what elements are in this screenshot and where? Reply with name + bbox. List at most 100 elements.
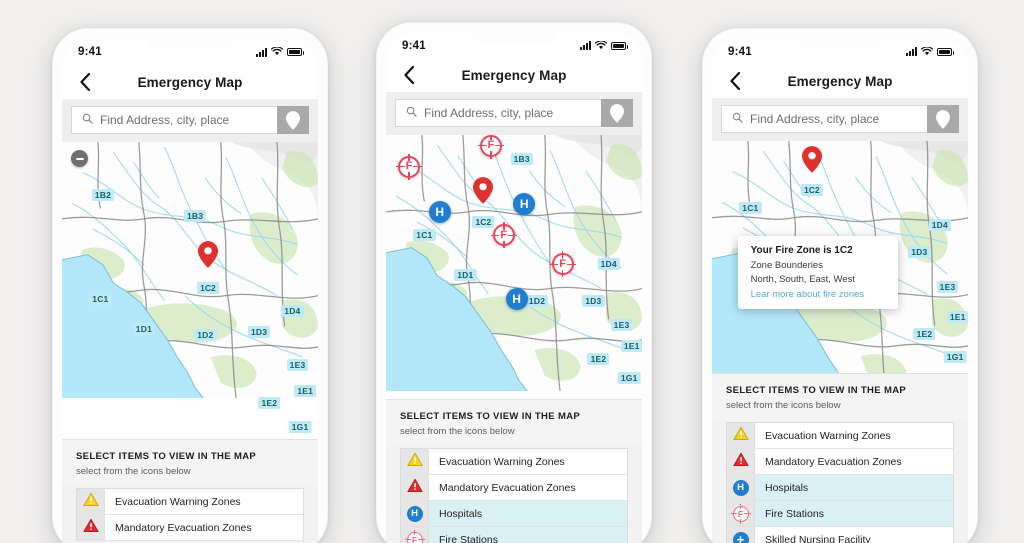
search-field-wrapper[interactable]	[395, 99, 601, 127]
map-pin-zone-label: 1C2	[197, 281, 219, 294]
signal-bars-icon	[580, 41, 591, 51]
navigation-bar: Emergency Map	[386, 58, 642, 92]
map-zone-label: 1G1	[617, 371, 641, 384]
hospital-h-icon: H	[406, 505, 423, 522]
map-location-pin[interactable]	[473, 177, 494, 209]
panel-title: SELECT ITEMS TO VIEW IN THE MAP	[76, 451, 257, 462]
search-icon	[406, 104, 417, 122]
list-item-hospitals[interactable]: H Hospitals	[727, 475, 953, 501]
page-title: Emergency Map	[461, 67, 567, 83]
map-zone-label: 1B3	[510, 152, 533, 165]
map-view[interactable]: 1B21B31C11C21D11D21D31D41E31E11E21G11C2	[62, 142, 318, 439]
list-item-evacuation-warning[interactable]: Evacuation Warning Zones	[77, 489, 303, 515]
list-item-hospitals[interactable]: H Hospitals	[401, 501, 627, 527]
map-zone-label: 1D4	[281, 305, 304, 318]
map-zone-label: 1E1	[946, 311, 968, 324]
map-location-pin[interactable]	[197, 240, 218, 273]
wifi-icon	[920, 43, 934, 61]
list-item-mandatory-evacuation[interactable]: Mandatory Evacuation Zones	[401, 475, 627, 501]
phone-1: 9:41 Emergency Map 1B2 1B3 1C1 1C2 1D1 1D2 1D3 1D…	[52, 28, 328, 543]
map-location-pin[interactable]	[801, 146, 822, 178]
status-time: 9:41	[728, 45, 752, 58]
map-pin-button[interactable]	[927, 105, 959, 133]
search-field-wrapper[interactable]	[71, 106, 277, 134]
map-marker-hospital[interactable]: H	[428, 200, 451, 223]
list-item-mandatory-evacuation[interactable]: Mandatory Evacuation Zones	[77, 515, 303, 541]
warning-triangle-yellow-icon	[82, 492, 99, 512]
search-icon	[82, 111, 93, 129]
list-item-label: Skilled Nursing Facility	[765, 533, 871, 543]
map-marker-fire-station[interactable]: F	[490, 222, 517, 249]
chevron-left-icon[interactable]	[398, 64, 420, 86]
search-input[interactable]	[100, 113, 267, 127]
map-pin-zone-label: 1C2	[472, 216, 495, 229]
map-marker-fire-station[interactable]: F	[549, 251, 576, 278]
list-item-label: Hospitals	[439, 507, 483, 520]
list-item-icon-cell	[401, 475, 429, 500]
status-indicators	[906, 43, 954, 61]
map-zone-label: 1D3	[582, 295, 605, 308]
nursing-plus-icon: +	[732, 531, 749, 543]
panel-header: SELECT ITEMS TO VIEW IN THE MAP select fr…	[62, 440, 318, 486]
map-view[interactable]: 1C1 1C2 1D4 1D3 1E3 1E1 1E2 1G1 Your Fire Zone i…	[712, 141, 968, 373]
callout-title: Your Fire Zone is 1C2	[750, 245, 853, 257]
phone-screen: 9:41 Emergency Map 1B3 1C1 1C2 1D1 1D2 1D3 1D4 1E…	[386, 33, 642, 543]
map-marker-fire-station[interactable]: F	[477, 135, 504, 159]
chevron-left-icon[interactable]	[74, 71, 96, 93]
map-marker-hospital[interactable]: H	[513, 192, 536, 215]
list-item-label: Evacuation Warning Zones	[765, 429, 891, 442]
screenshot-canvas: 9:41 Emergency Map 1B2 1B3 1C1 1C2 1D1 1D2 1D3 1D…	[0, 0, 1024, 543]
list-item-label: Hospitals	[765, 481, 809, 494]
list-item-label: Fire Stations	[765, 507, 824, 520]
list-item-fire-stations[interactable]: F Fire Stations	[727, 501, 953, 527]
fire-station-f-icon: F	[404, 529, 425, 543]
search-input[interactable]	[750, 112, 917, 126]
selection-panel: SELECT ITEMS TO VIEW IN THE MAP select fr…	[712, 373, 968, 543]
map-zone-label: 1D1	[454, 268, 477, 281]
battery-icon	[937, 47, 954, 56]
map-pin-button[interactable]	[277, 106, 309, 134]
status-time: 9:41	[78, 46, 102, 58]
status-bar: 9:41	[62, 39, 318, 65]
list-item-evacuation-warning[interactable]: Evacuation Warning Zones	[401, 449, 627, 475]
map-marker-fire-station[interactable]: F	[396, 153, 423, 180]
list-item-icon-cell: H	[727, 475, 755, 500]
map-zone-label: 1C1	[739, 202, 762, 215]
search-input[interactable]	[424, 106, 591, 120]
map-zone-label: 1D1	[132, 323, 156, 336]
list-item-icon-cell	[727, 423, 755, 448]
warning-triangle-red-icon	[406, 478, 423, 498]
notch	[797, 39, 883, 49]
map-zone-label: 1E1	[294, 385, 317, 398]
list-item-label: Mandatory Evacuation Zones	[439, 481, 576, 494]
list-item-skilled-nursing[interactable]: + Skilled Nursing Facility	[727, 527, 953, 543]
map-pin-button[interactable]	[601, 99, 633, 127]
zoom-out-button[interactable]	[71, 150, 88, 167]
chevron-left-icon[interactable]	[724, 70, 746, 92]
list-item-label: Evacuation Warning Zones	[115, 495, 241, 508]
list-item-evacuation-warning[interactable]: Evacuation Warning Zones	[727, 423, 953, 449]
list-item-mandatory-evacuation[interactable]: Mandatory Evacuation Zones	[727, 449, 953, 475]
fire-zone-callout: Your Fire Zone is 1C2 Zone Bounderies Nort…	[737, 236, 898, 309]
map-view[interactable]: 1B31C11C21D11D21D31D41E31E11E21G1FFHHFFH…	[386, 135, 642, 399]
map-zone-label: 1B2	[91, 189, 115, 202]
page-title: Emergency Map	[787, 73, 893, 89]
list-item-label: Mandatory Evacuation Zones	[115, 521, 252, 534]
phone-screen: 9:41 Emergency Map 1C1 1C2 1D4 1D3 1E3 1E1 1E2 1G…	[712, 39, 968, 543]
panel-subtitle: select from the icons below	[726, 400, 841, 411]
map-zone-label: 1E2	[258, 397, 281, 410]
navigation-bar: Emergency Map	[62, 65, 318, 99]
search-field-wrapper[interactable]	[721, 105, 927, 133]
callout-line-directions: North, South, East, West	[750, 273, 855, 285]
callout-learn-more-link[interactable]: Lear more about fire zones	[751, 289, 886, 300]
phone-2: 9:41 Emergency Map 1B3 1C1 1C2 1D1 1D2 1D3 1D4 1E…	[376, 22, 652, 543]
warning-triangle-yellow-icon	[732, 426, 749, 446]
map-layer-list: Evacuation Warning Zones Mandatory Evacua…	[726, 422, 954, 543]
map-zone-label: 1D4	[597, 258, 620, 271]
map-marker-hospital[interactable]: H	[505, 287, 528, 310]
map-zone-label: 1D3	[908, 246, 931, 259]
list-item-fire-stations[interactable]: F Fire Stations	[401, 527, 627, 543]
status-time: 9:41	[402, 39, 426, 52]
list-item-label: Fire Stations	[439, 533, 498, 543]
map-zone-label: 1C1	[89, 293, 112, 306]
